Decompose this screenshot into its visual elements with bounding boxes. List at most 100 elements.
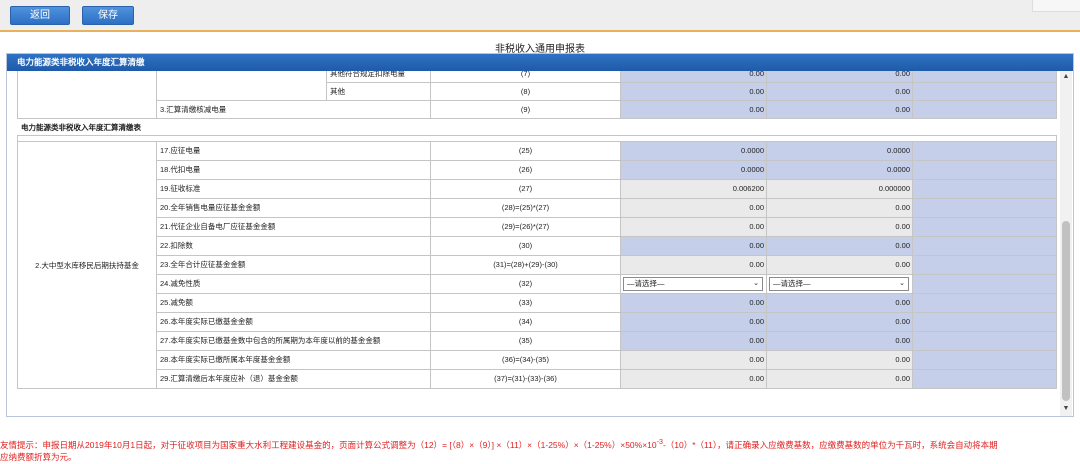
upper-row-value-1[interactable]: 0.00: [621, 71, 767, 83]
upper-row-extra[interactable]: [913, 83, 1057, 101]
upper-subgroup-cell: [157, 71, 327, 101]
table-row-extra[interactable]: [913, 313, 1057, 332]
table-row-value-1: 0.00: [621, 218, 767, 237]
table-row-value-1: 0.00: [621, 256, 767, 275]
table-row-value-1[interactable]: 0.0000: [621, 142, 767, 161]
table-row-extra[interactable]: [913, 237, 1057, 256]
table-row-value-1[interactable]: 0.0000: [621, 161, 767, 180]
tip-line2: 应纳费额折算为元。: [0, 451, 77, 462]
table-row-extra[interactable]: [913, 180, 1057, 199]
upper-row-code: (7): [431, 71, 621, 83]
table-row-code: (30): [431, 237, 621, 256]
chevron-down-icon: ⌄: [753, 280, 759, 287]
table-row-value-1: 0.00: [621, 351, 767, 370]
scrollbar-thumb[interactable]: [1062, 221, 1070, 401]
upper-group-cell: [17, 71, 157, 119]
tip-line1-pre: 友情提示：申报日期从2019年10月1日起，对于征收项目为国家重大水利工程建设基…: [0, 439, 657, 450]
table-row-extra[interactable]: [913, 351, 1057, 370]
upper-row-value-2[interactable]: 0.00: [767, 83, 913, 101]
table-row-code: (27): [431, 180, 621, 199]
table-row-item: 19.征收标准: [157, 180, 431, 199]
table-row-value-1[interactable]: 0.00: [621, 313, 767, 332]
select-cell-1: —请选择— ⌄: [621, 275, 767, 294]
table-row-item: 25.减免额: [157, 294, 431, 313]
scroll-down-icon[interactable]: ▼: [1060, 405, 1072, 415]
table-row-item: 28.本年度实际已缴所属本年度基金金额: [157, 351, 431, 370]
upper-row-value-1[interactable]: 0.00: [621, 83, 767, 101]
table-row-code: (31)=(28)+(29)-(30): [431, 256, 621, 275]
upper-row-item: 其他符合规定扣除电量: [327, 71, 431, 83]
select-placeholder: —请选择—: [773, 279, 811, 288]
table-row-value-2: 0.00: [767, 256, 913, 275]
table-row-extra[interactable]: [913, 256, 1057, 275]
table-row-extra[interactable]: [913, 275, 1057, 294]
back-button[interactable]: 返回: [10, 6, 70, 25]
corner-box: [1032, 0, 1080, 12]
table-row-value-2: 0.00: [767, 218, 913, 237]
table-row-value-2: 0.00: [767, 370, 913, 389]
table-row-item: 20.全年销售电量应征基金金额: [157, 199, 431, 218]
table-row-value-2[interactable]: 0.0000: [767, 142, 913, 161]
table-row-code: (32): [431, 275, 621, 294]
table-row-value-2[interactable]: 0.00: [767, 332, 913, 351]
table-row-item: 17.应征电量: [157, 142, 431, 161]
table-row-value-1[interactable]: 0.00: [621, 237, 767, 256]
table-row-code: (35): [431, 332, 621, 351]
upper-row-item: 其他: [327, 83, 431, 101]
section-title: 电力能源类非税收入年度汇算清缴表: [17, 119, 1057, 136]
table-row-item: 18.代扣电量: [157, 161, 431, 180]
table-row-code: (34): [431, 313, 621, 332]
table-row-extra[interactable]: [913, 161, 1057, 180]
upper-row-extra[interactable]: [913, 71, 1057, 83]
upper-row-value-2[interactable]: 0.00: [767, 101, 913, 119]
table-scroll-area[interactable]: 其他符合规定扣除电量 (7) 0.00 0.00 其他 (8) 0.00 0.00 3.汇算清缴…: [7, 71, 1073, 416]
toolbar-divider: [0, 30, 1080, 32]
table-row-extra[interactable]: [913, 199, 1057, 218]
table-row-item: 24.减免性质: [157, 275, 431, 294]
upper-row-code: (8): [431, 83, 621, 101]
table-row-value-1[interactable]: 0.00: [621, 294, 767, 313]
reduction-nature-select-1[interactable]: —请选择— ⌄: [623, 277, 763, 291]
table-row-extra[interactable]: [913, 332, 1057, 351]
table-row-value-1: 0.006200: [621, 180, 767, 199]
top-toolbar: 返回 保存: [0, 0, 1080, 32]
table-row-item: 21.代征企业自备电厂应征基金金额: [157, 218, 431, 237]
table-row-value-2[interactable]: 0.00: [767, 313, 913, 332]
tip-message: 友情提示：申报日期从2019年10月1日起，对于征收项目为国家重大水利工程建设基…: [0, 436, 1080, 463]
save-button[interactable]: 保存: [82, 6, 134, 25]
table-row-value-2[interactable]: 0.0000: [767, 161, 913, 180]
table-row-code: (33): [431, 294, 621, 313]
table-row-extra[interactable]: [913, 294, 1057, 313]
table-row-item: 22.扣除数: [157, 237, 431, 256]
select-placeholder: —请选择—: [627, 279, 665, 288]
table-row-code: (28)=(25)*(27): [431, 199, 621, 218]
table-row-value-1[interactable]: 0.00: [621, 332, 767, 351]
table-row-code: (37)=(31)-(33)-(36): [431, 370, 621, 389]
report-table: 其他符合规定扣除电量 (7) 0.00 0.00 其他 (8) 0.00 0.00 3.汇算清缴…: [17, 71, 1057, 416]
table-row-extra[interactable]: [913, 370, 1057, 389]
table-row-extra[interactable]: [913, 218, 1057, 237]
chevron-down-icon: ⌄: [899, 280, 905, 287]
table-row-item: 29.汇算清缴后本年度应补（退）基金金额: [157, 370, 431, 389]
upper-row-value-1[interactable]: 0.00: [621, 101, 767, 119]
table-row-value-2: 0.000000: [767, 180, 913, 199]
report-panel: 电力能源类非税收入年度汇算清缴 其他符合规定扣除电量 (7) 0.00 0.00 其他(…: [6, 53, 1074, 417]
table-row-extra[interactable]: [913, 142, 1057, 161]
tip-line1-post: -（10）*（11），请正确录入应缴费基数，应缴费基数的单位为千瓦时，系统会自动…: [662, 439, 998, 450]
upper-row-extra[interactable]: [913, 101, 1057, 119]
upper-row-value-2[interactable]: 0.00: [767, 71, 913, 83]
table-row-value-2[interactable]: 0.00: [767, 237, 913, 256]
scroll-up-icon[interactable]: ▲: [1060, 73, 1072, 83]
fund-name-cell: 2.大中型水库移民后期扶持基金: [17, 142, 157, 389]
upper-row-item: 3.汇算清缴核减电量: [157, 101, 431, 119]
table-row-code: (29)=(26)*(27): [431, 218, 621, 237]
table-row-value-2[interactable]: 0.00: [767, 294, 913, 313]
upper-row-code: (9): [431, 101, 621, 119]
table-row-value-1: 0.00: [621, 370, 767, 389]
table-row-value-1: 0.00: [621, 199, 767, 218]
reduction-nature-select-2[interactable]: —请选择— ⌄: [769, 277, 909, 291]
vertical-scrollbar[interactable]: ▲ ▼: [1060, 71, 1072, 416]
table-row-code: (25): [431, 142, 621, 161]
table-row-item: 26.本年度实际已缴基金金额: [157, 313, 431, 332]
panel-header: 电力能源类非税收入年度汇算清缴: [7, 54, 1073, 71]
